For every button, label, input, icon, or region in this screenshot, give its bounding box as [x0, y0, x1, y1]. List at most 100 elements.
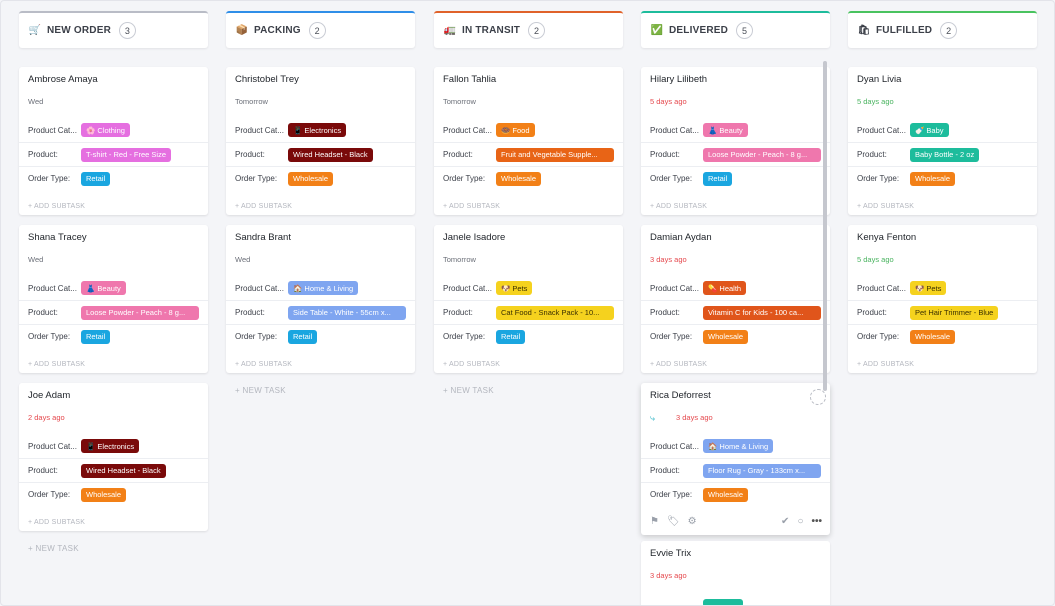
task-card[interactable]: Joe Adam 2 days ago Product Cat... 📱 Ele… [19, 383, 208, 531]
add-subtask-button[interactable]: + ADD SUBTASK [857, 361, 914, 368]
category-tag[interactable]: 🐶 Pets [910, 281, 947, 295]
order-type-tag[interactable]: Wholesale [910, 171, 956, 186]
order-type-tag[interactable]: Wholesale [288, 171, 334, 186]
product-tag[interactable]: Pet Hair Trimmer - Blue [910, 305, 999, 320]
task-name[interactable]: Evvie Trix [650, 548, 691, 559]
product-tag[interactable]: Wired Headset - Black [81, 463, 166, 478]
order-type-tag[interactable]: Wholesale [81, 487, 127, 502]
category-tag[interactable] [703, 599, 743, 605]
category-tag[interactable]: 💊 Health [703, 281, 747, 295]
order-type-tag[interactable]: Wholesale [703, 487, 749, 502]
column-title: NEW ORDER [47, 25, 112, 36]
task-card[interactable]: Christobel Trey Tomorrow Product Cat... … [226, 67, 415, 215]
category-tag[interactable]: 🏠 Home & Living [288, 281, 359, 295]
order-type-tag[interactable]: Retail [81, 171, 111, 186]
check-icon[interactable]: ✔ [781, 516, 789, 527]
circle-status-icon[interactable]: ○ [797, 516, 803, 527]
category-tag[interactable]: 👗 Beauty [81, 281, 126, 295]
task-name[interactable]: Kenya Fenton [857, 232, 916, 243]
task-card[interactable]: Ambrose Amaya Wed Product Cat... 🌸 Cloth… [19, 67, 208, 215]
order-type-tag[interactable]: Wholesale [703, 329, 749, 344]
product-tag[interactable]: Side Table - White - 55cm x... [288, 305, 406, 320]
new-task-button[interactable]: + NEW TASK [443, 386, 494, 395]
order-type-tag[interactable]: Retail [288, 329, 318, 344]
flag-icon[interactable]: ⚑ [650, 516, 659, 527]
task-name[interactable]: Ambrose Amaya [28, 74, 98, 85]
task-card[interactable]: Janele Isadore Tomorrow Product Cat... 🐶… [434, 225, 623, 373]
field-product: Product: Loose Powder - Peach - 8 g... [641, 142, 830, 166]
product-tag[interactable]: Fruit and Vegetable Supple... [496, 147, 614, 162]
more-options-icon[interactable]: ••• [811, 516, 822, 527]
add-subtask-button[interactable]: + ADD SUBTASK [28, 519, 85, 526]
category-tag[interactable]: 👗 Beauty [703, 123, 748, 137]
category-tag[interactable]: 🐶 Pets [496, 281, 533, 295]
column-header[interactable]: 🛒 NEW ORDER 3 [19, 11, 208, 48]
product-tag[interactable]: Loose Powder - Peach - 8 g... [81, 305, 199, 320]
order-type-tag[interactable]: Retail [703, 171, 733, 186]
truck-icon: 🚛 [443, 25, 457, 36]
add-subtask-button[interactable]: + ADD SUBTASK [650, 203, 707, 210]
category-tag[interactable]: 📱 Electronics [288, 123, 347, 137]
task-name[interactable]: Joe Adam [28, 390, 70, 401]
order-type-tag[interactable]: Retail [496, 329, 526, 344]
tag-icon[interactable]: 🏷 [667, 516, 680, 527]
product-tag[interactable]: Loose Powder - Peach - 8 g... [703, 147, 821, 162]
add-subtask-button[interactable]: + ADD SUBTASK [28, 361, 85, 368]
task-card[interactable]: Damian Aydan 3 days ago Product Cat... 💊… [641, 225, 830, 373]
order-type-tag[interactable]: Wholesale [910, 329, 956, 344]
column-header[interactable]: 📦 PACKING 2 [226, 11, 415, 48]
add-subtask-button[interactable]: + ADD SUBTASK [443, 361, 500, 368]
task-name[interactable]: Sandra Brant [235, 232, 291, 243]
field-label: Order Type: [650, 332, 693, 341]
task-name[interactable]: Christobel Trey [235, 74, 299, 85]
task-card[interactable]: Dyan Livia 5 days ago Product Cat... 🍼 B… [848, 67, 1037, 215]
column-header[interactable]: 🛍 FULFILLED 2 [848, 11, 1037, 48]
add-subtask-button[interactable]: + ADD SUBTASK [235, 361, 292, 368]
column-new-order: 🛒 NEW ORDER 3 [19, 11, 208, 48]
product-tag[interactable]: Wired Headset - Black [288, 147, 373, 162]
field-label: Product: [235, 150, 265, 159]
task-card-hovered[interactable]: Rica Deforrest ⤷ 3 days ago Product Cat.… [641, 383, 830, 535]
product-tag[interactable]: Floor Rug - Gray - 133cm x... [703, 463, 821, 478]
task-name[interactable]: Fallon Tahlia [443, 74, 496, 85]
assignee-avatar-placeholder[interactable] [810, 389, 826, 405]
product-tag[interactable]: T-shirt - Red - Free Size [81, 147, 172, 162]
field-order-type: Order Type: Retail [19, 166, 208, 190]
new-task-button[interactable]: + NEW TASK [28, 544, 79, 553]
product-tag[interactable]: Vitamin C for Kids - 100 ca... [703, 305, 821, 320]
order-type-tag[interactable]: Retail [81, 329, 111, 344]
task-card[interactable]: Kenya Fenton 5 days ago Product Cat... 🐶… [848, 225, 1037, 373]
category-tag[interactable]: 🍩 Food [496, 123, 535, 137]
task-card[interactable]: Sandra Brant Wed Product Cat... 🏠 Home &… [226, 225, 415, 373]
task-card[interactable]: Fallon Tahlia Tomorrow Product Cat... 🍩 … [434, 67, 623, 215]
column-header[interactable]: ✅ DELIVERED 5 [641, 11, 830, 48]
add-subtask-button[interactable]: + ADD SUBTASK [235, 203, 292, 210]
task-card[interactable]: Shana Tracey Wed Product Cat... 👗 Beauty… [19, 225, 208, 373]
new-task-button[interactable]: + NEW TASK [235, 386, 286, 395]
category-tag[interactable]: 🌸 Clothing [81, 123, 130, 137]
task-name[interactable]: Hilary Lilibeth [650, 74, 707, 85]
field-order-type: Order Type: Wholesale [19, 482, 208, 506]
add-subtask-button[interactable]: + ADD SUBTASK [857, 203, 914, 210]
category-tag[interactable]: 📱 Electronics [81, 439, 140, 453]
product-tag[interactable]: Cat Food - Snack Pack - 10... [496, 305, 614, 320]
task-name[interactable]: Rica Deforrest [650, 390, 711, 401]
settings-icon[interactable]: ⚙ [688, 516, 697, 527]
column-scrollbar[interactable] [823, 61, 827, 391]
add-subtask-button[interactable]: + ADD SUBTASK [650, 361, 707, 368]
add-subtask-button[interactable]: + ADD SUBTASK [28, 203, 85, 210]
add-subtask-button[interactable]: + ADD SUBTASK [443, 203, 500, 210]
task-name[interactable]: Damian Aydan [650, 232, 712, 243]
product-tag[interactable]: Baby Bottle - 2 oz [910, 147, 980, 162]
task-name[interactable]: Janele Isadore [443, 232, 505, 243]
field-product: Product: Fruit and Vegetable Supple... [434, 142, 623, 166]
task-card[interactable]: Hilary Lilibeth 5 days ago Product Cat..… [641, 67, 830, 215]
category-tag[interactable]: 🏠 Home & Living [703, 439, 774, 453]
task-card[interactable]: Evvie Trix 3 days ago [641, 541, 830, 605]
subtask-icon[interactable]: ⤷ [650, 413, 664, 425]
category-tag[interactable]: 🍼 Baby [910, 123, 949, 137]
order-type-tag[interactable]: Wholesale [496, 171, 542, 186]
task-name[interactable]: Shana Tracey [28, 232, 87, 243]
column-header[interactable]: 🚛 IN TRANSIT 2 [434, 11, 623, 48]
task-name[interactable]: Dyan Livia [857, 74, 901, 85]
